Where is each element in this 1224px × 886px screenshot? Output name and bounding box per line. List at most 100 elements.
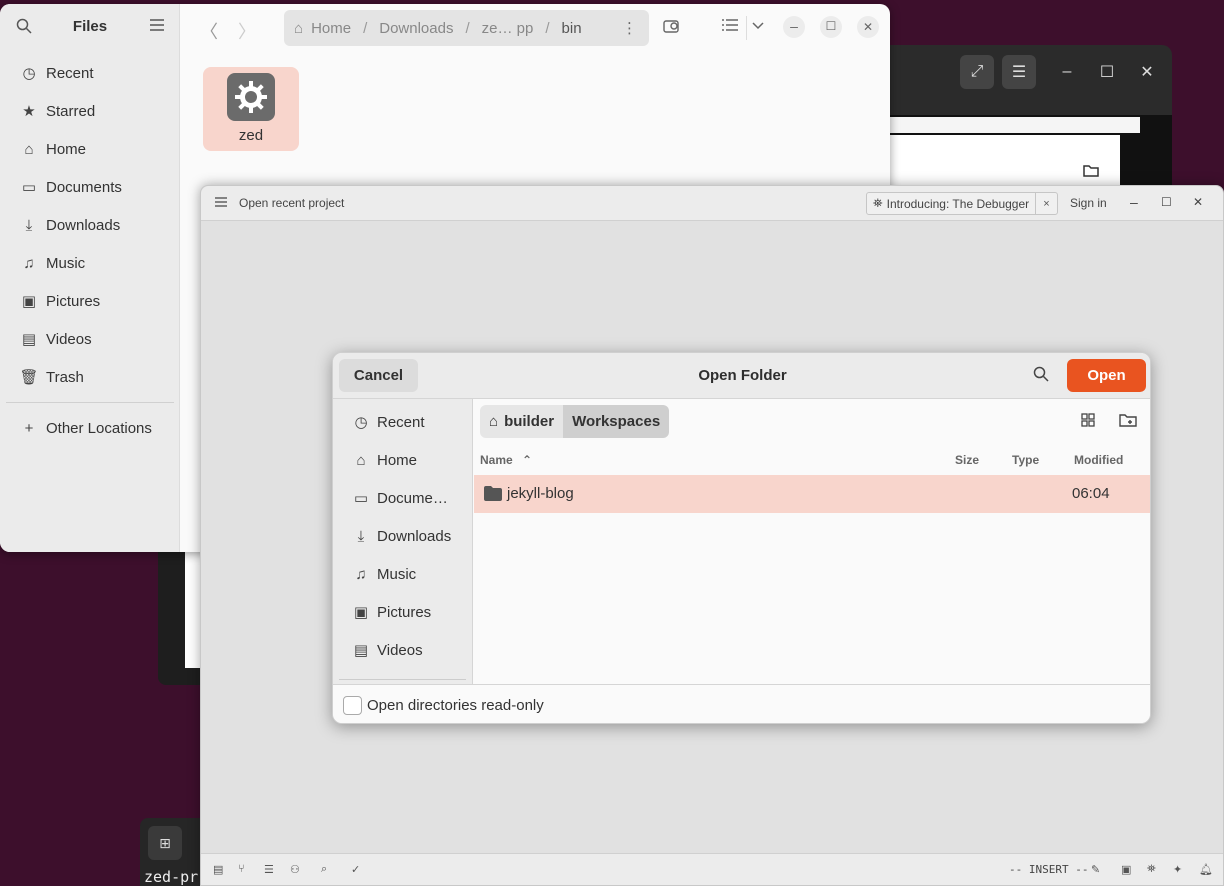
crumb-workspaces[interactable]: Workspaces	[563, 405, 670, 438]
star-icon: ★	[22, 103, 36, 120]
chevron-down-icon[interactable]	[752, 22, 764, 30]
path-menu-icon[interactable]: ⋮	[622, 19, 637, 37]
sidebar-item-recent[interactable]: ◷ Recent	[0, 54, 180, 92]
forward-icon[interactable]: 〉	[238, 18, 256, 44]
dialog-sidebar-item-home[interactable]: ⌂ Home	[333, 441, 473, 479]
column-type[interactable]: Type	[1012, 453, 1039, 467]
music-icon: ♫	[355, 565, 367, 583]
terminal-label: zed-pr	[144, 868, 199, 886]
editor-mode: -- INSERT --	[1009, 863, 1089, 876]
crumb-builder[interactable]: ⌂ builder	[480, 405, 564, 438]
crumb-label: Workspaces	[572, 413, 661, 430]
fullscreen-icon[interactable]: ⤢	[960, 55, 994, 89]
dialog-sidebar-item-pictures[interactable]: ▣ Pictures	[333, 593, 473, 631]
minimize-icon[interactable]: –	[1050, 55, 1084, 89]
dialog-sidebar-item-videos[interactable]: ▤ Videos	[333, 631, 473, 669]
sidebar-item-documents[interactable]: ▭ Documents	[0, 168, 180, 206]
picture-icon: ▣	[353, 604, 369, 621]
path-middle[interactable]: ze… pp	[478, 20, 538, 37]
close-icon[interactable]: ×	[1035, 193, 1057, 214]
dialog-sidebar-item-recent[interactable]: ◷ Recent	[333, 403, 473, 441]
column-size[interactable]: Size	[955, 453, 979, 467]
search-folder-icon[interactable]	[663, 18, 681, 34]
sidebar-item-label: Other Locations	[46, 419, 152, 437]
hamburger-menu-icon[interactable]	[215, 197, 227, 207]
path-home[interactable]: Home	[307, 20, 355, 37]
debugger-banner[interactable]: ⛯ Introducing: The Debugger ×	[866, 192, 1058, 215]
new-tab-icon[interactable]: ⊞	[148, 826, 182, 860]
back-icon[interactable]: 〈	[200, 18, 218, 44]
terminal-icon[interactable]: ▣	[1121, 863, 1131, 876]
sidebar-item-label: Docume…	[377, 489, 448, 507]
open-button[interactable]: Open	[1067, 359, 1146, 392]
close-icon[interactable]: ✕	[1193, 195, 1203, 209]
bug-icon: ⛯	[873, 196, 883, 210]
document-icon: ▭	[21, 179, 37, 196]
minimize-icon[interactable]: –	[1130, 194, 1138, 210]
sidebar-menu-icon[interactable]	[150, 19, 164, 31]
dialog-sidebar-item-music[interactable]: ♫ Music	[333, 555, 473, 593]
sidebar-item-label: Downloads	[377, 527, 452, 545]
home-icon: ⌂	[294, 19, 304, 37]
sidebar-item-label: Videos	[377, 641, 423, 659]
table-row[interactable]: jekyll-blog 06:04	[474, 475, 1150, 513]
sidebar-item-music[interactable]: ♫ Music	[0, 244, 180, 282]
search-icon[interactable]	[1033, 366, 1049, 382]
sidebar-item-other-locations[interactable]: + Other Locations	[0, 409, 180, 447]
path-current[interactable]: bin	[558, 20, 586, 37]
project-panel-icon[interactable]: ▤	[213, 863, 223, 876]
bug-icon[interactable]: ⛯	[1147, 863, 1156, 876]
readonly-label[interactable]: Open directories read-only	[367, 697, 544, 714]
column-name[interactable]: Name	[480, 453, 513, 467]
dialog-footer: Open directories read-only	[333, 684, 1150, 723]
sidebar-item-starred[interactable]: ★ Starred	[0, 92, 180, 130]
hamburger-menu-icon[interactable]: ☰	[1002, 55, 1036, 89]
bell-icon[interactable]: 🔔︎	[1199, 863, 1213, 876]
home-icon: ⌂	[24, 140, 34, 158]
collab-icon[interactable]: ⚇	[290, 863, 300, 876]
column-modified[interactable]: Modified	[1074, 453, 1123, 467]
files-sidebar: Files ◷ Recent ★ Starred ⌂ Home ▭ Documents …	[0, 4, 180, 552]
sort-ascending-icon[interactable]: ⌃	[522, 453, 532, 467]
music-icon: ♫	[23, 254, 35, 272]
video-icon: ▤	[353, 642, 369, 659]
path-downloads[interactable]: Downloads	[375, 20, 457, 37]
git-branch-icon[interactable]: ⑂	[238, 863, 245, 875]
sidebar-item-pictures[interactable]: ▣ Pictures	[0, 282, 180, 320]
path-bar[interactable]: ⌂ Home / Downloads / ze… pp / bin ⋮	[284, 10, 649, 46]
sidebar-item-videos[interactable]: ▤ Videos	[0, 320, 180, 358]
search-icon[interactable]: ⌕	[321, 863, 327, 876]
breadcrumb: ⌂ builder Workspaces	[480, 405, 670, 438]
open-folder-dialog: Cancel Open Folder Open ◷ Recent ⌂ Home ▭ D…	[332, 352, 1151, 724]
file-item-zed[interactable]: zed	[203, 67, 299, 151]
debugger-banner-label: Introducing: The Debugger	[886, 196, 1030, 211]
dialog-sidebar-item-documents[interactable]: ▭ Docume…	[333, 479, 473, 517]
sign-in-button[interactable]: Sign in	[1070, 196, 1107, 210]
row-modified: 06:04	[1072, 485, 1110, 502]
readonly-checkbox[interactable]	[343, 696, 362, 715]
minimize-icon[interactable]: –	[783, 16, 805, 38]
outline-icon[interactable]: ☰	[264, 863, 274, 876]
check-icon[interactable]: ✓	[351, 863, 360, 876]
sidebar-item-label: Trash	[46, 368, 84, 386]
cancel-button[interactable]: Cancel	[339, 359, 418, 392]
maximize-icon[interactable]: ☐	[1090, 55, 1124, 89]
sidebar-item-trash[interactable]: 🗑 Trash	[0, 358, 180, 396]
maximize-icon[interactable]: ☐	[1161, 195, 1172, 209]
sidebar-item-label: Recent	[377, 413, 425, 431]
assistant-icon[interactable]: ✦	[1173, 863, 1182, 876]
grid-view-icon[interactable]	[1081, 413, 1095, 427]
ai-icon[interactable]: ✎	[1091, 863, 1100, 876]
maximize-icon[interactable]: ☐	[820, 16, 842, 38]
sidebar-item-downloads[interactable]: ⤓ Downloads	[0, 206, 180, 244]
dialog-sidebar-item-downloads[interactable]: ⤓ Downloads	[333, 517, 473, 555]
background-window: ⤢ ☰ – ☐ ✕	[880, 45, 1172, 195]
list-view-icon[interactable]	[722, 18, 738, 32]
open-recent-project[interactable]: Open recent project	[239, 196, 344, 210]
background-toolbar	[880, 117, 1140, 133]
sidebar-item-home[interactable]: ⌂ Home	[0, 130, 180, 168]
close-icon[interactable]: ✕	[857, 16, 879, 38]
picture-icon: ▣	[21, 293, 37, 310]
new-folder-icon[interactable]	[1119, 412, 1137, 428]
close-icon[interactable]: ✕	[1130, 55, 1164, 89]
